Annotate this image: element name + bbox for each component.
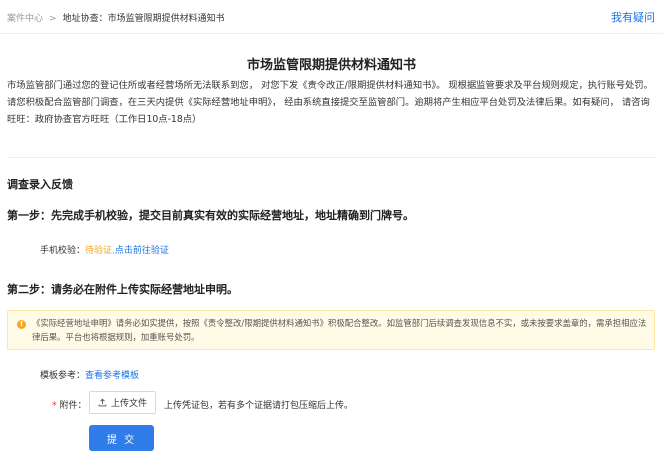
attachment-label: 附件： bbox=[59, 401, 87, 411]
phone-verify-label: 手机校验： bbox=[40, 246, 86, 256]
notice-text: 《实际经营地址申明》请务必如实提供，按照《责令整改/限期提供材料通知书》积极配合… bbox=[32, 318, 647, 342]
breadcrumb-separator: > bbox=[49, 14, 57, 24]
phone-verify-row: 手机校验：待验证,点击前往验证 bbox=[40, 243, 169, 256]
submit-button[interactable]: 提 交 bbox=[89, 425, 154, 451]
breadcrumb: 案件中心 > 地址协查：市场监管限期提供材料通知书 bbox=[7, 11, 225, 24]
page-title: 市场监管限期提供材料通知书 bbox=[246, 58, 416, 73]
upload-icon bbox=[98, 398, 107, 407]
template-label: 模板参考： bbox=[40, 371, 86, 381]
top-bar: 案件中心 > 地址协查：市场监管限期提供材料通知书 我有疑问 bbox=[0, 0, 663, 34]
step1-title: 第一步：先完成手机校验，提交目前真实有效的实际经营地址，地址精确到门牌号。 bbox=[7, 209, 414, 222]
phone-verify-status: 待验证, bbox=[85, 246, 115, 256]
intro-paragraph: 市场监管部门通过您的登记住所或者经营场所无法联系到您， 对您下发《责令改正/限期… bbox=[7, 80, 653, 125]
template-link[interactable]: 查看参考模板 bbox=[85, 371, 139, 381]
phone-verify-link[interactable]: 点击前往验证 bbox=[115, 246, 169, 256]
upload-button-label: 上传文件 bbox=[110, 399, 147, 409]
step2-title: 第二步：请务必在附件上传实际经营地址申明。 bbox=[7, 283, 238, 296]
required-mark: * bbox=[52, 401, 57, 411]
upload-hint: 上传凭证包，若有多个证据请打包压缩后上传。 bbox=[164, 401, 354, 411]
help-link[interactable]: 我有疑问 bbox=[611, 9, 655, 25]
breadcrumb-current: 地址协查：市场监管限期提供材料通知书 bbox=[62, 14, 225, 24]
warning-icon: ! bbox=[17, 320, 26, 329]
section-heading: 调查录入反馈 bbox=[7, 178, 73, 191]
template-row: 模板参考：查看参考模板 bbox=[40, 368, 139, 381]
notice-box: ! 《实际经营地址申明》请务必如实提供，按照《责令整改/限期提供材料通知书》积极… bbox=[7, 310, 655, 350]
breadcrumb-root[interactable]: 案件中心 bbox=[7, 14, 43, 24]
attachment-label-row: * 附件： bbox=[52, 398, 87, 411]
divider bbox=[7, 157, 657, 158]
upload-button[interactable]: 上传文件 bbox=[89, 391, 156, 414]
